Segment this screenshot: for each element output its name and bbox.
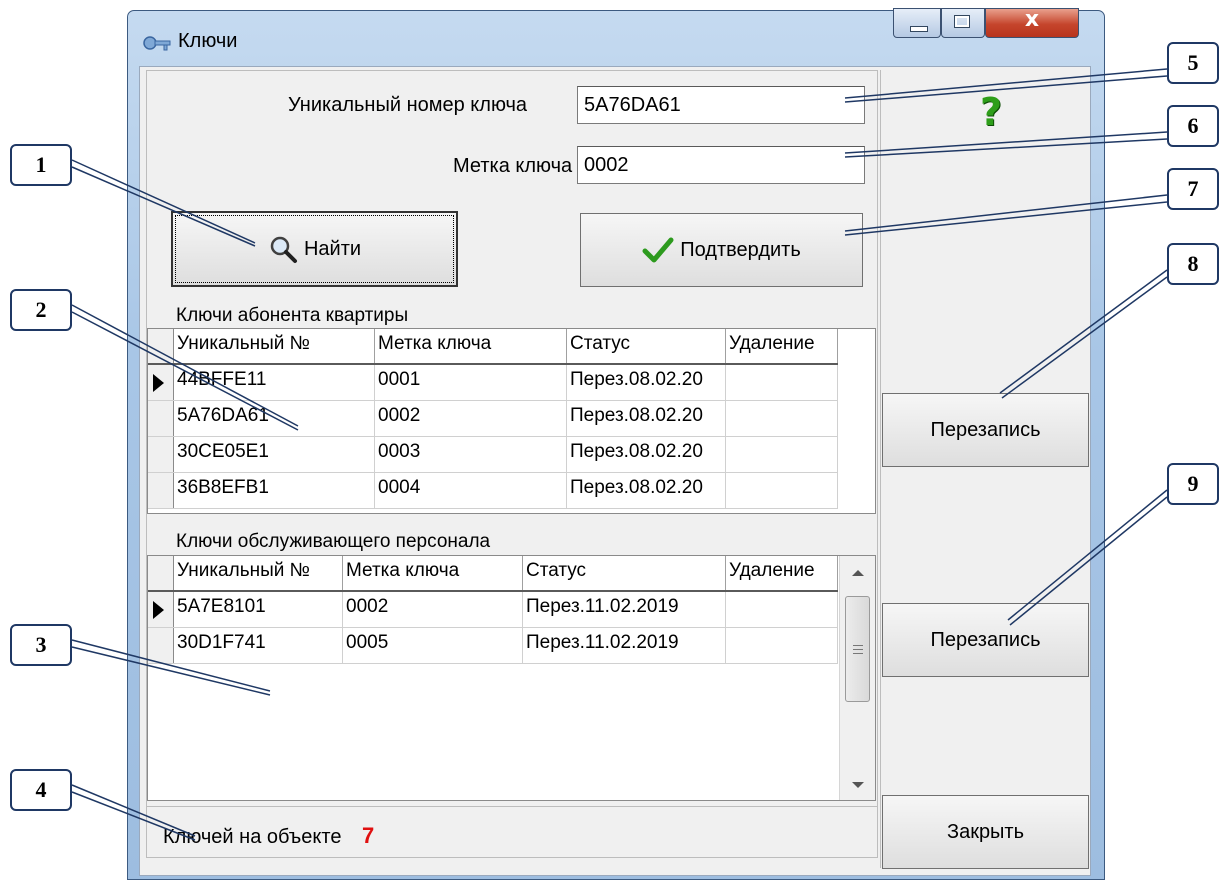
callout-8: 8 [1167, 243, 1219, 285]
callout-2: 2 [10, 289, 72, 331]
callout-1: 1 [10, 144, 72, 186]
callout-5: 5 [1167, 42, 1219, 84]
callout-6: 6 [1167, 105, 1219, 147]
callout-leaders [71, 68, 1168, 841]
callout-7: 7 [1167, 168, 1219, 210]
callout-3: 3 [10, 624, 72, 666]
callout-9: 9 [1167, 463, 1219, 505]
callout-4: 4 [10, 769, 72, 811]
